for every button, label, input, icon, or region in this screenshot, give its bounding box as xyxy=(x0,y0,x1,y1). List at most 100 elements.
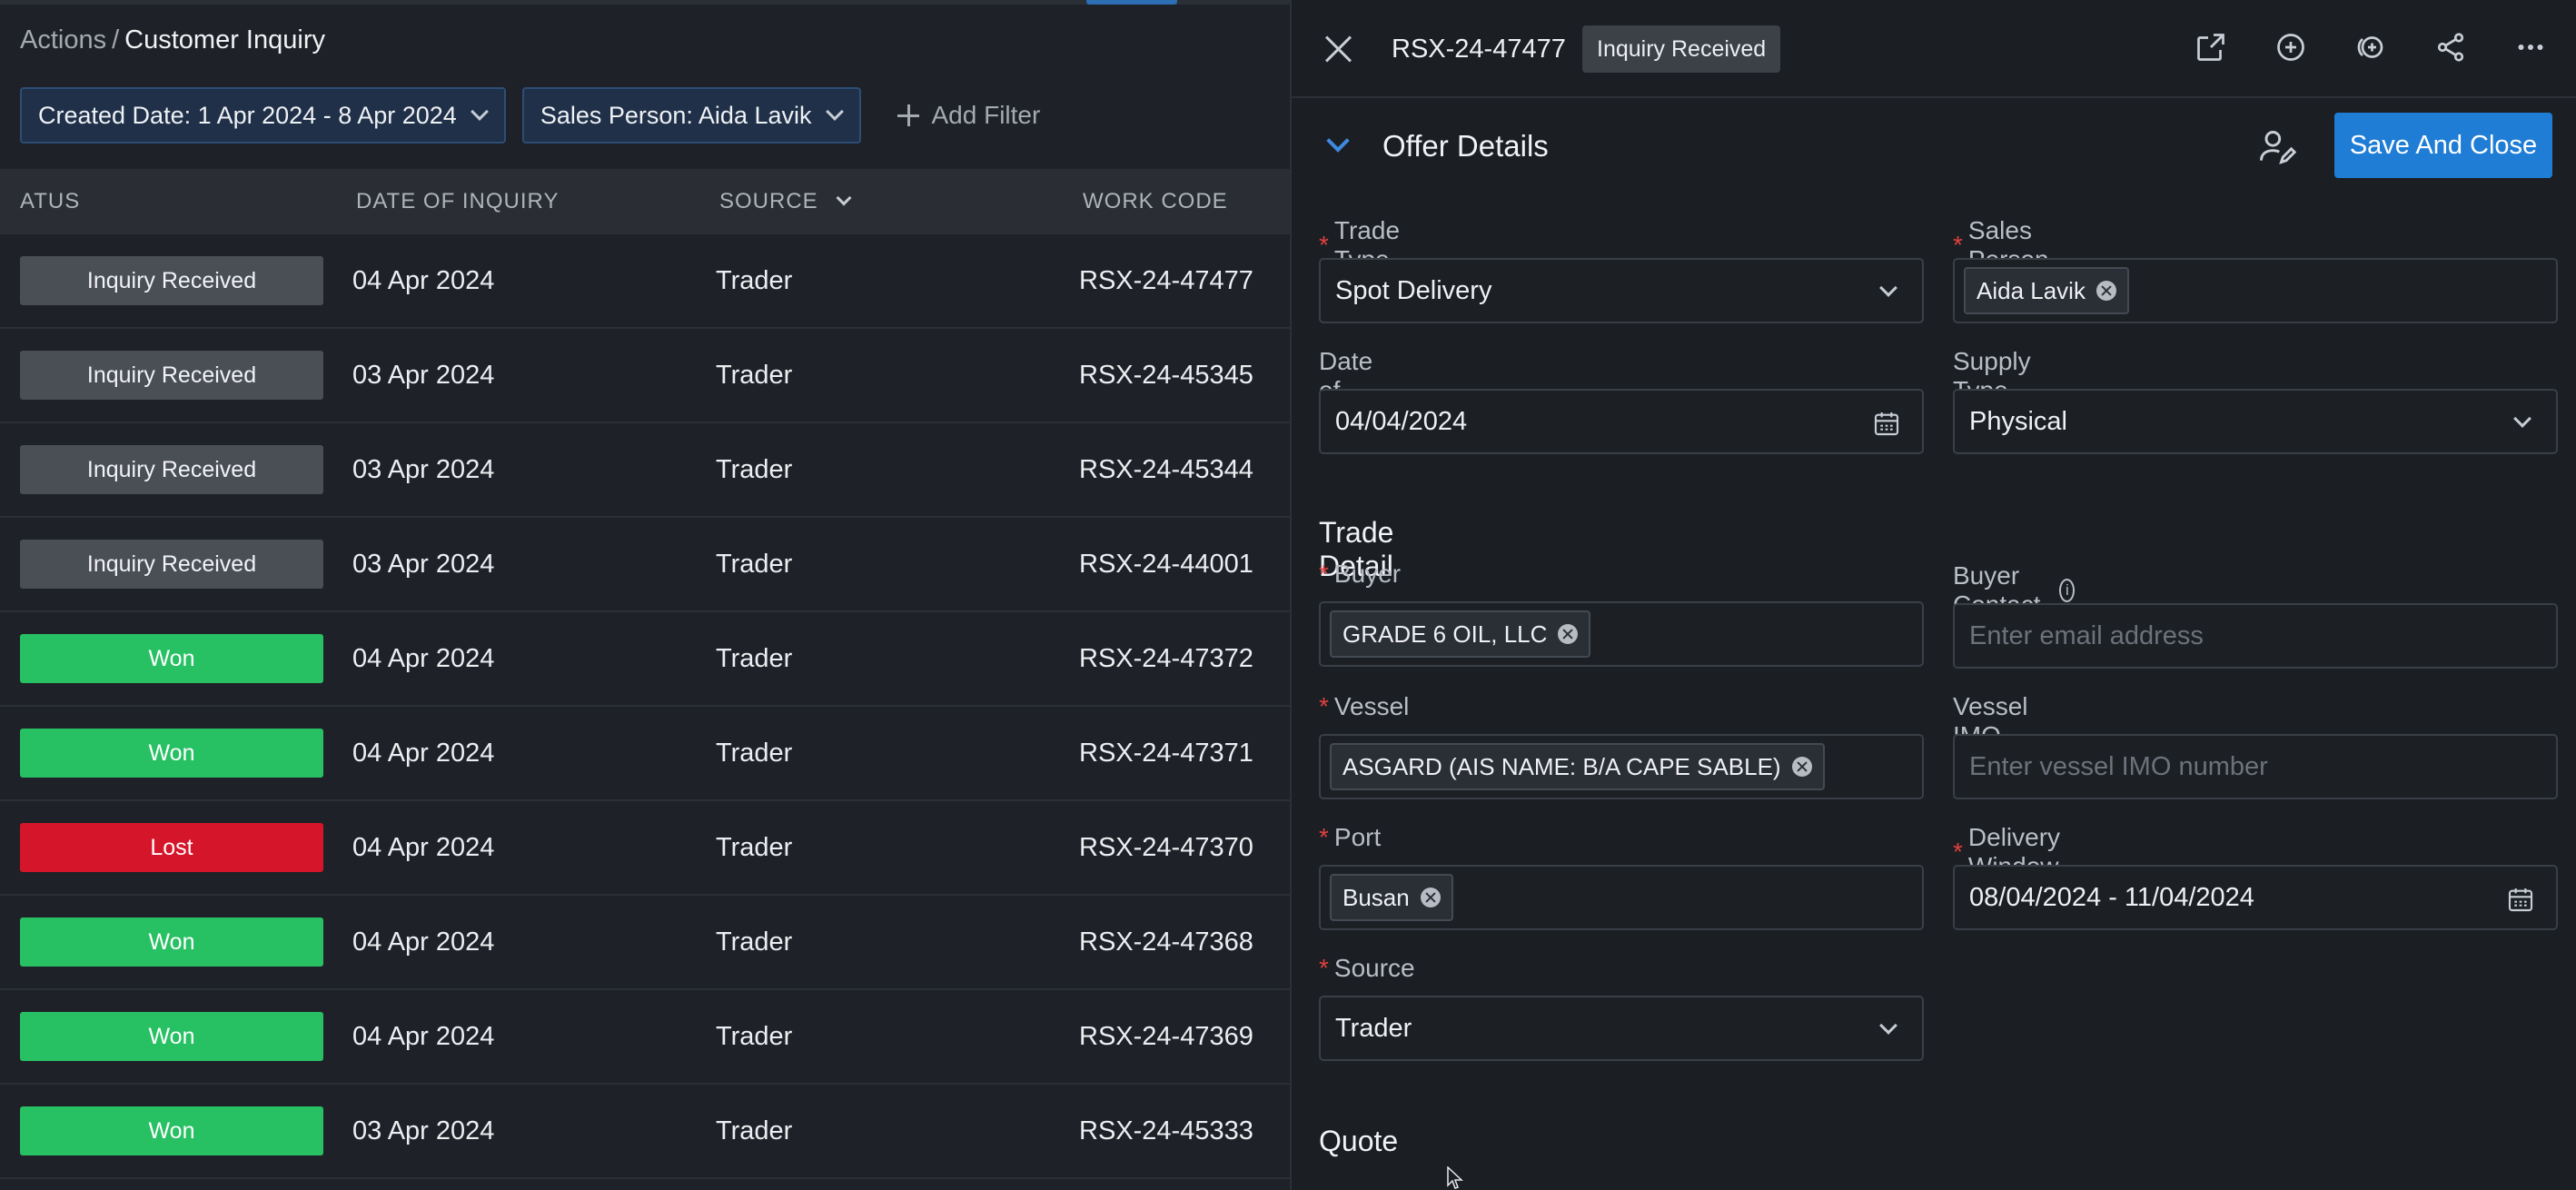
save-and-close-button[interactable]: Save And Close xyxy=(2334,113,2552,178)
cell-date-of-inquiry: 03 Apr 2024 xyxy=(352,360,495,390)
chevron-down-icon[interactable] xyxy=(836,190,852,206)
table-row[interactable]: Inquiry Received 03 Apr 2024 Trader RSX-24-… xyxy=(0,329,1290,423)
breadcrumb-actions[interactable]: Actions xyxy=(20,25,106,55)
chevron-down-icon xyxy=(1879,1016,1897,1035)
cell-work-code: RSX-24-47371 xyxy=(1079,738,1253,768)
sales-person-tag-label: Aida Lavik xyxy=(1977,276,2086,304)
vessel-tag: ASGARD (AIS NAME: B/A CAPE SABLE) xyxy=(1330,743,1825,790)
port-label: * Port xyxy=(1319,823,1381,852)
inquiry-list-pane: Actions / Customer Inquiry Created Date:… xyxy=(0,0,1290,1190)
cell-source: Trader xyxy=(716,927,793,957)
buyer-contact-input[interactable]: Enter email address xyxy=(1953,603,2558,669)
remove-tag-icon[interactable] xyxy=(1558,624,1579,644)
add-linked-icon[interactable] xyxy=(2351,27,2391,67)
open-external-icon[interactable] xyxy=(2191,27,2231,67)
calendar-icon[interactable] xyxy=(1871,409,1902,438)
date-of-inquiry-input[interactable]: 04/04/2024 xyxy=(1319,389,1924,454)
status-pill: Inquiry Received xyxy=(20,540,323,589)
port-field[interactable]: Busan xyxy=(1319,865,1924,930)
info-icon[interactable]: i xyxy=(2059,579,2076,602)
table-row[interactable]: Won 04 Apr 2024 Trader RSX-24-47369 xyxy=(0,990,1290,1085)
port-tag-label: Busan xyxy=(1342,883,1410,911)
status-pill: Won xyxy=(20,634,323,683)
chevron-down-icon xyxy=(470,103,489,121)
source-select[interactable]: Trader xyxy=(1319,996,1924,1061)
remove-tag-icon[interactable] xyxy=(1791,757,1812,777)
buyer-field[interactable]: GRADE 6 OIL, LLC xyxy=(1319,601,1924,667)
vessel-tag-label: ASGARD (AIS NAME: B/A CAPE SABLE) xyxy=(1342,752,1781,780)
share-icon[interactable] xyxy=(2431,27,2471,67)
add-filter-button[interactable]: Add Filter xyxy=(897,101,1041,130)
table-row[interactable]: Inquiry Received 03 Apr 2024 Trader RSX-24-… xyxy=(0,518,1290,612)
remove-tag-icon[interactable] xyxy=(2095,281,2116,301)
required-marker: * xyxy=(1319,560,1329,588)
source-value: Trader xyxy=(1335,1013,1412,1043)
status-pill: Inquiry Received xyxy=(20,445,323,494)
cell-date-of-inquiry: 03 Apr 2024 xyxy=(352,1116,495,1145)
sales-person-field[interactable]: Aida Lavik xyxy=(1953,258,2558,323)
table-row[interactable]: Inquiry Received 04 Apr 2024 Trader RSX-24-… xyxy=(0,234,1290,329)
section-title-offer-details[interactable]: Offer Details xyxy=(1382,129,1549,164)
header-actions xyxy=(2191,27,2551,67)
filter-sales-person[interactable]: Sales Person: Aida Lavik xyxy=(521,87,861,144)
breadcrumb-customer-inquiry: Customer Inquiry xyxy=(124,25,325,55)
filter-created-date[interactable]: Created Date: 1 Apr 2024 - 8 Apr 2024 xyxy=(20,87,506,144)
supply-type-select[interactable]: Physical xyxy=(1953,389,2558,454)
table-row[interactable]: Won 03 Apr 2024 Trader RSX-24-45333 xyxy=(0,1085,1290,1179)
chevron-down-icon xyxy=(1879,279,1897,297)
required-marker: * xyxy=(1953,231,1963,259)
sales-person-tag: Aida Lavik xyxy=(1964,267,2129,314)
active-tab-indicator xyxy=(1086,0,1177,5)
column-header-status[interactable]: ATUS xyxy=(20,169,80,234)
buyer-contact-placeholder: Enter email address xyxy=(1969,620,2204,650)
required-marker: * xyxy=(1319,692,1329,720)
add-circle-icon[interactable] xyxy=(2271,27,2311,67)
required-marker: * xyxy=(1319,231,1329,259)
table-row[interactable]: Won 04 Apr 2024 Trader RSX-24-47368 xyxy=(0,896,1290,990)
vessel-label-text: Vessel xyxy=(1333,692,1410,720)
vessel-field[interactable]: ASGARD (AIS NAME: B/A CAPE SABLE) xyxy=(1319,734,1924,799)
cell-source: Trader xyxy=(716,1116,793,1145)
buyer-tag: GRADE 6 OIL, LLC xyxy=(1330,610,1591,658)
cell-work-code: RSX-24-45333 xyxy=(1079,1116,1253,1145)
cell-date-of-inquiry: 04 Apr 2024 xyxy=(352,643,495,673)
cell-date-of-inquiry: 04 Apr 2024 xyxy=(352,1021,495,1051)
inquiry-detail-pane: RSX-24-47477 Inquiry Received Offer Deta… xyxy=(1292,0,2576,1190)
chevron-down-icon xyxy=(2513,410,2531,428)
offer-details-header: Offer Details Save And Close xyxy=(1292,100,2576,191)
status-pill: Won xyxy=(20,1106,323,1155)
delivery-window-input[interactable]: 08/04/2024 - 11/04/2024 xyxy=(1953,865,2558,930)
cell-date-of-inquiry: 04 Apr 2024 xyxy=(352,265,495,295)
cell-work-code: RSX-24-47368 xyxy=(1079,927,1253,957)
cell-work-code: RSX-24-47369 xyxy=(1079,1021,1253,1051)
trade-type-select[interactable]: Spot Delivery xyxy=(1319,258,1924,323)
cell-source: Trader xyxy=(716,1021,793,1051)
cell-work-code: RSX-24-47477 xyxy=(1079,265,1253,295)
more-icon[interactable] xyxy=(2511,27,2551,67)
cell-source: Trader xyxy=(716,549,793,579)
column-header-source[interactable]: SOURCE xyxy=(719,169,852,234)
status-badge: Inquiry Received xyxy=(1582,25,1781,73)
table-row[interactable]: Won 04 Apr 2024 Trader RSX-24-47371 xyxy=(0,707,1290,801)
buyer-label-text: Buyer xyxy=(1333,560,1402,588)
cell-work-code: RSX-24-45344 xyxy=(1079,454,1253,484)
chevron-down-icon[interactable] xyxy=(1326,129,1350,153)
plus-icon xyxy=(897,104,919,126)
cell-source: Trader xyxy=(716,265,793,295)
vessel-imo-input[interactable]: Enter vessel IMO number xyxy=(1953,734,2558,799)
table-row[interactable]: Inquiry Received 03 Apr 2024 Trader RSX-24-… xyxy=(0,423,1290,518)
delivery-window-value: 08/04/2024 - 11/04/2024 xyxy=(1969,882,2254,912)
status-pill: Lost xyxy=(20,823,323,872)
close-icon[interactable] xyxy=(1324,35,1353,64)
column-header-date-of-inquiry[interactable]: DATE OF INQUIRY xyxy=(356,169,559,234)
status-pill: Won xyxy=(20,917,323,967)
cell-date-of-inquiry: 04 Apr 2024 xyxy=(352,738,495,768)
calendar-icon[interactable] xyxy=(2505,885,2536,914)
table-row[interactable]: Won 04 Apr 2024 Trader RSX-24-47372 xyxy=(0,612,1290,707)
column-header-work-code[interactable]: WORK CODE xyxy=(1083,169,1228,234)
add-filter-label: Add Filter xyxy=(931,101,1041,129)
assign-user-icon[interactable] xyxy=(2256,127,2297,167)
table-header: ATUS DATE OF INQUIRY SOURCE WORK CODE xyxy=(0,169,1290,234)
remove-tag-icon[interactable] xyxy=(1420,888,1441,907)
table-row[interactable]: Lost 04 Apr 2024 Trader RSX-24-47370 xyxy=(0,801,1290,896)
